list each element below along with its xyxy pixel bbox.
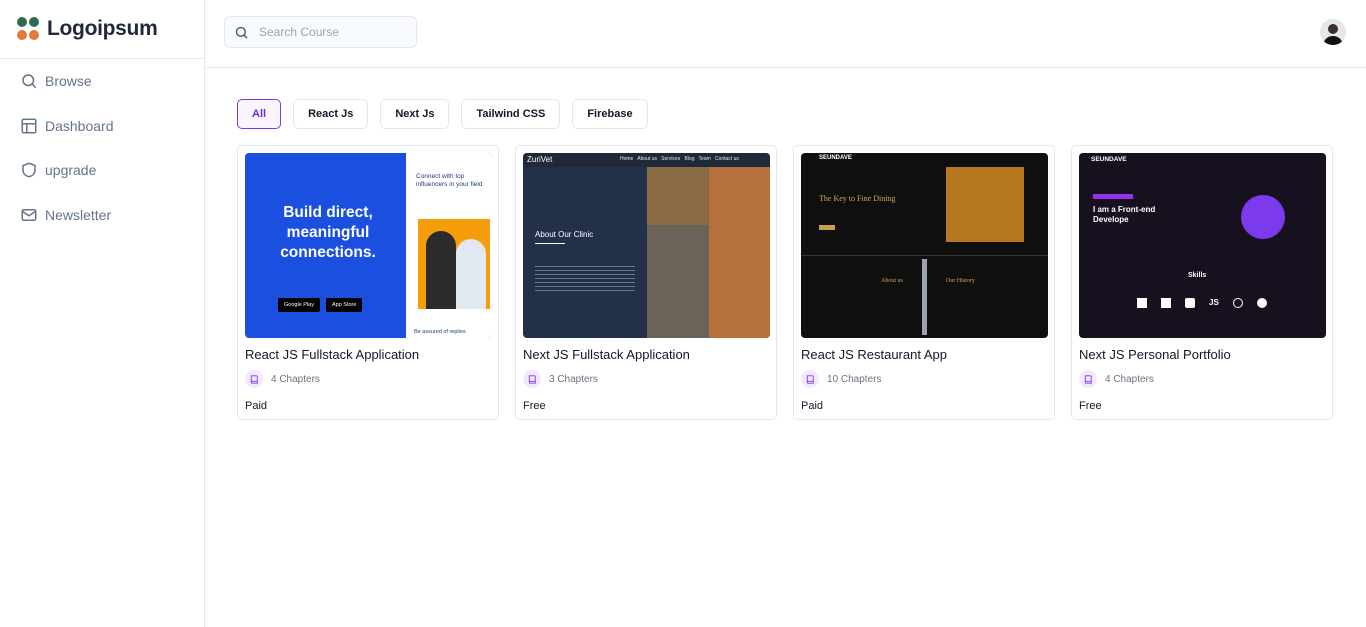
react-icon [1232,298,1243,308]
thumb-heading: About Our Clinic [535,230,594,239]
thumb-button [819,225,835,230]
thumb-about: About us [881,278,903,284]
thumb-knife [922,259,927,335]
course-title: React JS Restaurant App [801,347,947,362]
book-icon [801,370,819,388]
book-icon [1079,370,1097,388]
thumb-headline-line: meaningful [286,224,370,241]
logo-icon [17,17,39,40]
search-icon [235,26,248,39]
mail-icon [21,208,37,221]
thumb-nav: Home About us Services Blog Team Contact… [620,156,739,162]
thumb-photo-dog2 [709,167,770,338]
sidebar-item-label: Browse [45,73,92,90]
book-icon [245,370,263,388]
course-card[interactable]: Build direct, meaningful connections. Go… [237,145,499,420]
thumb-heading-line: I am a Front-end [1093,205,1156,214]
thumb-underline [535,243,565,244]
sidebar-item-dashboard[interactable]: Dashboard [0,104,204,149]
thumb-food-photo [946,167,1024,242]
sidebar-item-label: Newsletter [45,206,112,223]
thumb-photo-person [456,239,486,309]
bootstrap-icon [1185,298,1195,308]
course-title: React JS Fullstack Application [245,347,420,362]
course-card[interactable]: SEUNDAVE I am a Front-end Develope Skill… [1071,145,1333,420]
course-price: Free [1079,400,1102,412]
course-thumbnail: SEUNDAVE I am a Front-end Develope Skill… [1079,153,1326,338]
filter-next-js[interactable]: Next Js [380,99,450,129]
thumb-brand: ZuriVet [527,155,553,164]
thumb-photo-cat [647,225,709,338]
thumb-headline-line: Build direct, [283,204,373,221]
course-price: Paid [801,400,824,412]
course-meta: 3 Chapters [523,370,769,388]
search-box[interactable] [224,16,417,48]
course-meta: 4 Chapters [245,370,491,388]
thumb-side-text: Connect with top influencers in your fie… [416,173,483,188]
shield-icon [22,162,36,178]
thumb-store-buttons: Google Play App Store [278,298,363,312]
thumb-heading: I am a Front-end Develope [1093,205,1155,225]
course-thumbnail: ZuriVet Home About us Services Blog Team… [523,153,770,338]
course-meta: 10 Chapters [801,370,1047,388]
course-thumbnail: SEUNDAVE The Key to Fine Dining About us… [801,153,1048,338]
html-icon [1137,298,1147,308]
chapter-count: 3 Chapters [549,373,598,385]
thumb-body-text [535,263,635,293]
thumb-brand: SEUNDAVE [819,155,852,161]
course-title: Next JS Fullstack Application [523,347,690,362]
course-thumbnail: Build direct, meaningful connections. Go… [245,153,492,338]
thumb-heading-line: Develope [1093,215,1129,224]
sidebar-item-label: Dashboard [45,117,114,134]
thumb-headline-line: connections. [280,244,376,261]
thumb-store-button: App Store [325,298,363,312]
thumb-footer: Be assured of replies [414,329,466,335]
thumb-divider [801,255,1048,256]
thumb-headline: Build direct, meaningful connections. [273,203,383,263]
course-card[interactable]: SEUNDAVE The Key to Fine Dining About us… [793,145,1055,420]
top-bar [205,0,1366,68]
course-list: Build direct, meaningful connections. Go… [237,145,1333,420]
logo[interactable]: Logoipsum [0,0,204,59]
css-icon [1161,298,1171,308]
user-avatar-icon [1320,19,1346,45]
sidebar-item-upgrade[interactable]: upgrade [0,148,204,193]
layout-icon [21,118,37,134]
thumb-skill-icons: JS [1137,298,1267,308]
search-input[interactable] [259,25,409,39]
thumb-heading: The Key to Fine Dining [819,194,896,203]
thumb-brand: SEUNDAVE [1091,156,1127,163]
filter-all[interactable]: All [237,99,282,129]
course-price: Free [523,400,546,412]
filter-react-js[interactable]: React Js [293,99,369,129]
filter-tailwind-css[interactable]: Tailwind CSS [461,99,561,129]
sidebar-item-label: upgrade [45,162,97,179]
course-meta: 4 Chapters [1079,370,1325,388]
avatar[interactable] [1320,19,1346,45]
category-filters: All React Js Next Js Tailwind CSS Fireba… [237,99,648,129]
sidebar-item-browse[interactable]: Browse [0,59,204,104]
chapter-count: 4 Chapters [271,373,320,385]
book-icon [523,370,541,388]
sidebar-nav: Browse Dashboard upgrade Newsletter [0,59,204,237]
thumb-skills: Skills [1188,272,1207,279]
sidebar-item-newsletter[interactable]: Newsletter [0,193,204,238]
thumb-photo-person [426,231,456,309]
course-card[interactable]: ZuriVet Home About us Services Blog Team… [515,145,777,420]
thumb-history: Our History [946,278,975,284]
thumb-store-button: Google Play [278,298,320,312]
logo-text: Logoipsum [47,17,158,40]
github-icon [1256,298,1267,308]
sidebar: Logoipsum Browse Dashboard upgrade Newsl… [0,0,205,627]
chapter-count: 10 Chapters [827,373,882,385]
thumb-tag [1093,194,1133,199]
chapter-count: 4 Chapters [1105,373,1154,385]
thumb-planet [1241,195,1285,239]
course-price: Paid [245,400,268,412]
js-icon: JS [1209,298,1219,307]
course-title: Next JS Personal Portfolio [1079,347,1231,362]
filter-firebase[interactable]: Firebase [572,99,648,129]
search-icon [22,74,37,89]
thumb-side-panel: Connect with top influencers in your fie… [406,153,492,338]
